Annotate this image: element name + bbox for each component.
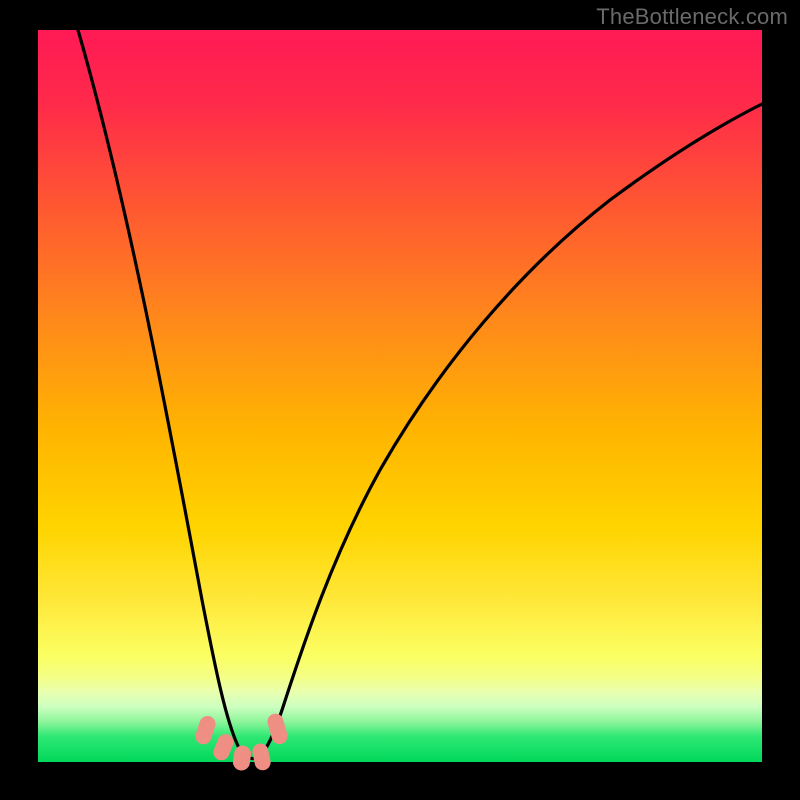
bottleneck-chart	[0, 0, 800, 800]
watermark-text: TheBottleneck.com	[596, 4, 788, 30]
plot-background	[38, 30, 762, 762]
chart-frame: TheBottleneck.com	[0, 0, 800, 800]
